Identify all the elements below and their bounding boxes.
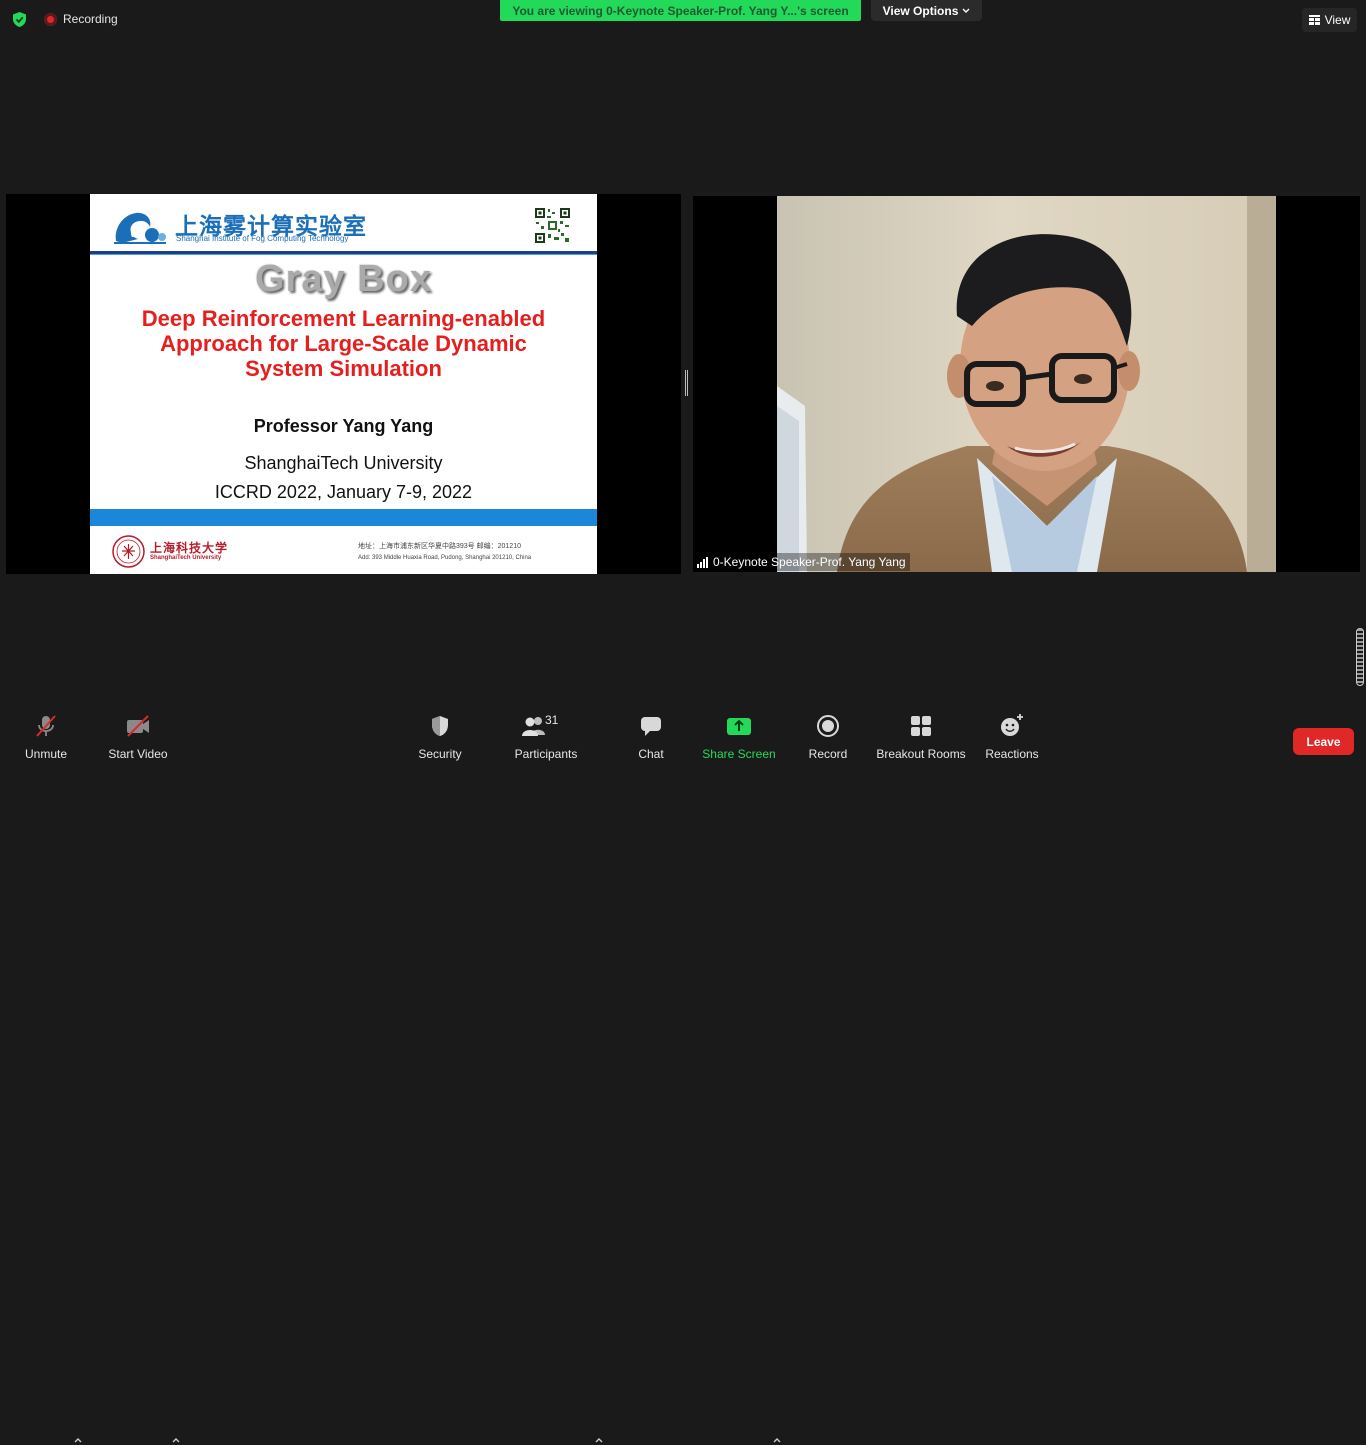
shared-screen-pane[interactable]: 上海雾计算实验室 Shanghai Institute of Fog Compu… bbox=[6, 194, 681, 574]
record-label: Record bbox=[808, 747, 848, 761]
record-button[interactable]: Record bbox=[806, 712, 850, 768]
reactions-label: Reactions bbox=[985, 747, 1039, 761]
slide-headline: Gray Box bbox=[255, 258, 432, 300]
chevron-down-icon bbox=[962, 8, 970, 13]
meeting-toolbar: Unmute Start Video Security 31 Participa… bbox=[0, 712, 1366, 1443]
chevron-up-icon[interactable] bbox=[73, 1435, 83, 1445]
leave-button[interactable]: Leave bbox=[1293, 728, 1354, 755]
lab-name-en: Shanghai Institute of Fog Computing Tech… bbox=[176, 234, 349, 243]
speaker-video-pane[interactable]: 0-Keynote Speaker-Prof. Yang Yang bbox=[693, 196, 1360, 572]
recording-label: Recording bbox=[63, 12, 118, 26]
share-screen-button[interactable]: Share Screen bbox=[702, 712, 776, 768]
slide-subtitle-line: Deep Reinforcement Learning-enabled bbox=[141, 306, 546, 331]
chevron-up-icon[interactable] bbox=[171, 1435, 181, 1445]
share-screen-arrow-icon bbox=[727, 718, 751, 735]
signal-bars-icon bbox=[697, 556, 708, 568]
breakout-rooms-icon bbox=[911, 716, 931, 736]
security-shield-icon bbox=[432, 716, 448, 736]
start-video-label: Start Video bbox=[108, 747, 168, 761]
security-label: Security bbox=[418, 747, 462, 761]
pane-splitter-handle[interactable] bbox=[685, 370, 688, 396]
breakout-rooms-label: Breakout Rooms bbox=[876, 747, 966, 761]
leave-label: Leave bbox=[1306, 734, 1341, 749]
security-button[interactable]: Security bbox=[415, 712, 465, 768]
unmute-button[interactable]: Unmute bbox=[22, 712, 70, 768]
shanghaitech-name-en: ShanghaiTech University bbox=[150, 555, 222, 561]
presentation-slide: 上海雾计算实验室 Shanghai Institute of Fog Compu… bbox=[90, 194, 597, 574]
view-options-label: View Options bbox=[882, 3, 959, 18]
participants-count: 31 bbox=[545, 713, 559, 727]
gallery-scrollbar[interactable] bbox=[1356, 628, 1364, 686]
chat-button[interactable]: Chat bbox=[630, 712, 672, 768]
view-options-button[interactable]: View Options bbox=[871, 0, 982, 21]
chevron-up-icon[interactable] bbox=[772, 1435, 782, 1445]
unmute-label: Unmute bbox=[24, 747, 68, 761]
chevron-up-icon[interactable] bbox=[594, 1435, 604, 1445]
viewing-banner: You are viewing 0-Keynote Speaker-Prof. … bbox=[500, 0, 861, 21]
breakout-rooms-button[interactable]: Breakout Rooms bbox=[875, 712, 967, 768]
slide-subtitle-line: Approach for Large-Scale Dynamic bbox=[160, 331, 527, 356]
chat-bubble-icon bbox=[641, 717, 661, 736]
reactions-smiley-icon bbox=[1001, 714, 1023, 736]
record-icon bbox=[817, 715, 839, 737]
slide-conference: ICCRD 2022, January 7-9, 2022 bbox=[214, 482, 473, 502]
address-cn: 地址：上海市浦东新区华夏中路393号 邮编：201210 bbox=[358, 543, 521, 550]
shield-check-icon[interactable] bbox=[11, 11, 28, 28]
speaker-name-tag: 0-Keynote Speaker-Prof. Yang Yang bbox=[693, 553, 910, 571]
address-en: Add: 393 Middle Huaxia Road, Pudong, Sha… bbox=[358, 555, 532, 561]
speaker-video-feed bbox=[777, 196, 1276, 572]
slide-subtitle: Deep Reinforcement Learning-enabled Appr… bbox=[110, 306, 577, 381]
participants-label: Participants bbox=[514, 747, 578, 761]
microphone-muted-icon bbox=[36, 715, 56, 737]
speaker-name: 0-Keynote Speaker-Prof. Yang Yang bbox=[713, 555, 906, 569]
fog-lab-logo bbox=[114, 212, 166, 244]
start-video-button[interactable]: Start Video bbox=[106, 712, 170, 768]
view-label: View bbox=[1324, 13, 1351, 27]
participants-button[interactable]: 31 Participants bbox=[512, 712, 580, 768]
video-camera-muted-icon bbox=[127, 715, 149, 737]
slide-header: 上海雾计算实验室 Shanghai Institute of Fog Compu… bbox=[90, 194, 597, 252]
viewing-banner-text: You are viewing 0-Keynote Speaker-Prof. … bbox=[512, 3, 849, 18]
slide-presenter: Professor Yang Yang bbox=[253, 416, 434, 436]
chat-label: Chat bbox=[638, 747, 664, 761]
participants-icon bbox=[522, 717, 545, 736]
slide-header-rule-thin bbox=[90, 254, 597, 255]
grid-view-icon bbox=[1308, 15, 1320, 25]
reactions-button[interactable]: Reactions bbox=[984, 712, 1040, 768]
slide-university: ShanghaiTech University bbox=[244, 453, 443, 473]
slide-blue-band bbox=[90, 509, 597, 526]
qr-code bbox=[534, 207, 571, 244]
share-screen-label: Share Screen bbox=[702, 747, 776, 761]
recording-indicator[interactable]: Recording bbox=[44, 12, 118, 26]
shanghaitech-name-cn: 上海科技大学 bbox=[150, 541, 229, 555]
slide-subtitle-line: System Simulation bbox=[245, 356, 442, 381]
view-button[interactable]: View bbox=[1302, 8, 1357, 32]
recording-dot-icon bbox=[44, 12, 57, 26]
shanghaitech-seal-logo bbox=[112, 535, 145, 568]
